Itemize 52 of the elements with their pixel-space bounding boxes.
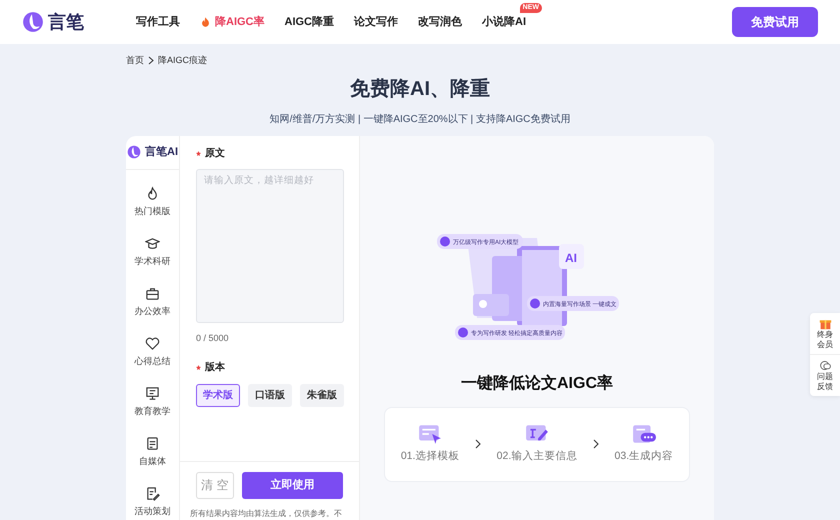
sidebar-item[interactable]: 热门模版 <box>126 178 179 228</box>
chat-window-icon <box>632 423 656 446</box>
brand-name: 言笔 <box>48 10 84 34</box>
flame-icon <box>200 16 211 28</box>
step-label: 03.生成内容 <box>614 449 674 464</box>
sidebar-item[interactable]: 学术科研 <box>126 228 179 278</box>
version-option[interactable]: 学术版 <box>196 384 240 407</box>
character-count: 0 / 5000 <box>196 332 230 344</box>
sidebar-item[interactable]: 活动策划 <box>126 478 179 520</box>
brand-name: 言笔AI <box>145 144 178 160</box>
template-cursor-icon <box>418 423 442 446</box>
document-icon <box>145 436 160 452</box>
nav-link[interactable]: 改写润色 <box>418 14 462 30</box>
sidebar-item[interactable]: 办公效率 <box>126 278 179 328</box>
logo-icon <box>22 11 44 33</box>
floating-panel-item[interactable]: 终身会员 <box>810 313 840 354</box>
use-now-button[interactable]: 立即使用 <box>242 472 343 498</box>
chevron-right-icon <box>475 439 482 449</box>
page-title: 免费降AI、降重 <box>349 76 491 102</box>
chevron-right-icon <box>592 439 599 449</box>
nav-link[interactable]: 论文写作 <box>354 14 398 30</box>
floating-panel-item[interactable]: 问题反馈 <box>810 354 840 396</box>
field-label: 版本 <box>205 360 225 375</box>
briefcase-icon <box>145 286 160 302</box>
presentation-board-icon <box>145 386 160 402</box>
section-title: 一键降低论文AIGC率 <box>461 373 613 394</box>
step-label: 01.选择模板 <box>400 449 460 464</box>
flame-icon <box>145 186 160 202</box>
graduation-cap-icon <box>145 236 160 252</box>
sidebar-item[interactable]: 自媒体 <box>126 428 179 478</box>
sidebar-item[interactable]: 心得总结 <box>126 328 179 378</box>
nav-link[interactable]: 写作工具 <box>136 14 180 30</box>
chevron-right-icon <box>148 56 154 66</box>
version-option[interactable]: 朱雀版 <box>300 384 344 407</box>
source-text-field[interactable]: 请输入原文，越详细越好 <box>196 168 344 322</box>
free-trial-button[interactable]: 免费试用 <box>732 7 818 37</box>
breadcrumb-link[interactable]: 首页 <box>126 54 144 68</box>
nav-link[interactable]: AIGC降重 <box>284 14 334 30</box>
nav-link[interactable]: 小说降AI <box>482 14 526 30</box>
chat-bubble-icon <box>818 359 832 372</box>
document-edit-icon <box>145 486 160 502</box>
disclaimer-text: 所有结果内容均由算法生成，仅供参考。不 <box>190 508 343 520</box>
field-label: 原文 <box>205 146 225 160</box>
sidebar-item[interactable]: 教育教学 <box>126 378 179 428</box>
required-icon <box>196 365 201 370</box>
heart-icon <box>145 336 160 352</box>
nav-link[interactable]: 降AIGC率 <box>200 14 264 30</box>
required-icon <box>196 150 201 156</box>
step-label: 02.输入主要信息 <box>496 449 578 464</box>
version-option[interactable]: 口语版 <box>248 384 292 407</box>
breadcrumb-link[interactable]: 降AIGC痕迹 <box>158 54 208 68</box>
page-subtitle: 知网/维普/万方实测 | 一键降AIGC至20%以下 | 支持降AIGC免费试用 <box>268 112 572 126</box>
